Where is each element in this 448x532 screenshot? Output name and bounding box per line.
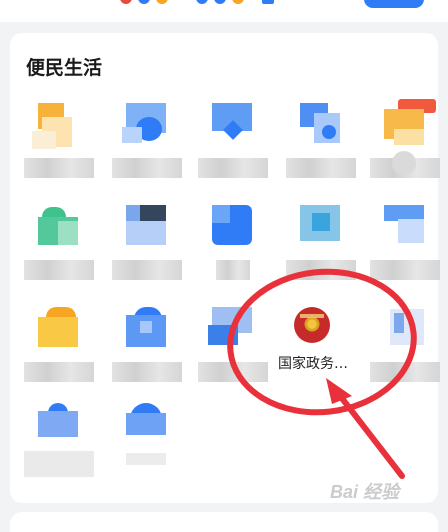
service-tile[interactable] bbox=[102, 103, 188, 203]
service-label-blurred bbox=[370, 260, 440, 280]
gov-service-tile[interactable]: 国家政务… bbox=[266, 303, 366, 403]
service-tile[interactable] bbox=[360, 307, 446, 407]
service-icon bbox=[126, 403, 166, 443]
service-icon bbox=[38, 307, 78, 347]
service-label-blurred bbox=[126, 453, 166, 465]
service-tile[interactable] bbox=[14, 103, 100, 203]
service-tile[interactable] bbox=[14, 307, 100, 407]
service-icon bbox=[300, 205, 340, 245]
service-label-blurred bbox=[112, 158, 182, 178]
service-icon bbox=[32, 103, 78, 149]
service-icon bbox=[384, 307, 424, 347]
service-tile[interactable] bbox=[102, 205, 188, 305]
service-icon bbox=[384, 99, 436, 145]
service-tile[interactable] bbox=[14, 205, 100, 305]
gov-emblem-icon bbox=[294, 307, 330, 343]
next-card-strip bbox=[10, 512, 438, 532]
watermark: Bai 经验 bbox=[330, 482, 400, 502]
service-label-blurred bbox=[24, 260, 94, 280]
service-label-blurred bbox=[216, 260, 250, 280]
service-tile[interactable] bbox=[276, 103, 362, 203]
service-icon bbox=[212, 205, 252, 245]
service-label-blurred bbox=[24, 362, 94, 382]
service-label-blurred bbox=[286, 260, 356, 280]
service-tile[interactable] bbox=[188, 205, 274, 305]
service-icon bbox=[300, 103, 340, 143]
gov-service-label: 国家政务… bbox=[278, 356, 348, 372]
service-icon bbox=[208, 307, 252, 347]
service-label-blurred bbox=[24, 158, 94, 178]
service-label-blurred bbox=[112, 362, 182, 382]
service-label-blurred bbox=[370, 362, 440, 382]
service-tile[interactable] bbox=[188, 103, 274, 203]
service-tile[interactable] bbox=[102, 307, 188, 407]
service-icon bbox=[126, 307, 166, 347]
service-tile[interactable] bbox=[102, 403, 188, 503]
service-label-blurred bbox=[24, 451, 94, 477]
service-tile[interactable] bbox=[188, 307, 274, 407]
service-tile[interactable] bbox=[360, 205, 446, 305]
service-icon bbox=[384, 205, 424, 245]
service-label-blurred bbox=[286, 158, 356, 178]
service-icon bbox=[126, 205, 166, 245]
service-tile[interactable] bbox=[14, 403, 100, 503]
previous-card-action-button[interactable] bbox=[364, 0, 424, 8]
service-icon bbox=[38, 403, 78, 443]
service-icon bbox=[122, 103, 166, 143]
service-icon bbox=[212, 103, 252, 143]
service-icon bbox=[38, 205, 78, 245]
convenience-life-card: 便民生活 国家政务… bbox=[10, 33, 440, 503]
previous-card-strip bbox=[0, 0, 448, 22]
service-tile[interactable] bbox=[360, 99, 446, 203]
service-label-blurred bbox=[198, 362, 268, 382]
service-tile[interactable] bbox=[276, 205, 362, 305]
service-label-blurred bbox=[198, 158, 268, 178]
service-label-blurred bbox=[112, 260, 182, 280]
service-grid: 国家政务… bbox=[10, 33, 440, 503]
previous-card-title bbox=[26, 0, 33, 10]
